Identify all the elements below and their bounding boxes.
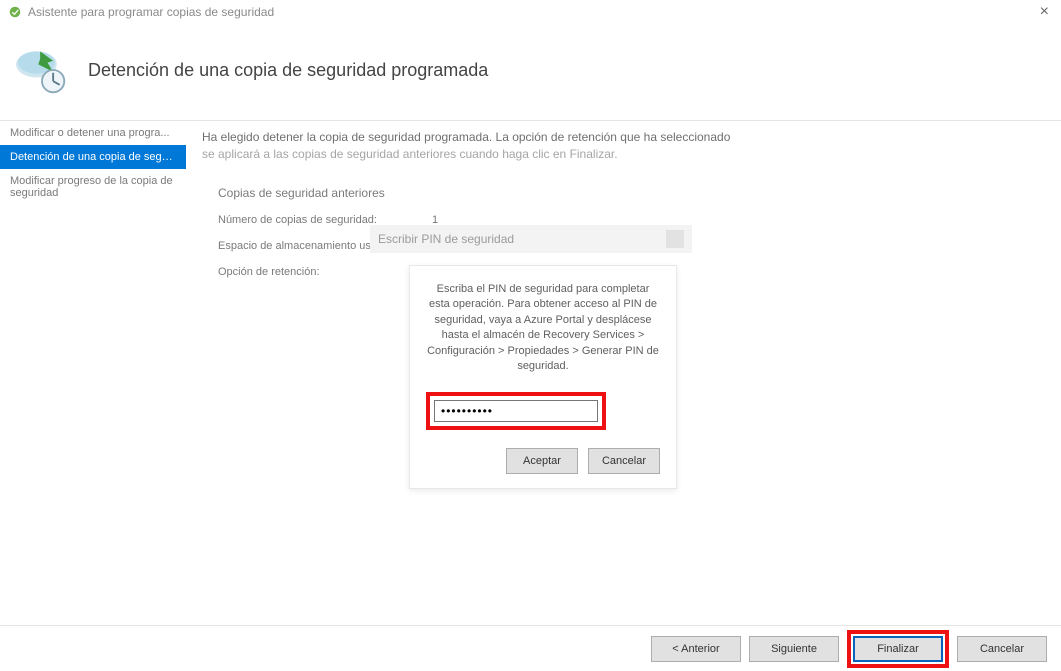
accept-button[interactable]: Aceptar <box>506 448 578 474</box>
intro-text: Ha elegido detener la copia de seguridad… <box>202 129 822 164</box>
retention-option-label: Opción de retención: <box>218 266 418 278</box>
wizard-logo-icon <box>12 44 72 96</box>
previous-button[interactable]: < Anterior <box>651 636 741 662</box>
sidebar-overflow-text: Modificar progreso de la copia de seguri… <box>0 169 186 205</box>
finish-button[interactable]: Finalizar <box>853 636 943 662</box>
next-button[interactable]: Siguiente <box>749 636 839 662</box>
pin-bar-disabled: Escribir PIN de seguridad <box>370 225 692 253</box>
titlebar: Asistente para programar copias de segur… <box>0 0 1061 24</box>
pin-input-highlight <box>426 392 606 430</box>
cancel-button[interactable]: Cancelar <box>588 448 660 474</box>
security-pin-input[interactable] <box>434 400 598 422</box>
intro-line1: Ha elegido detener la copia de seguridad… <box>202 130 730 144</box>
pin-bar-button <box>666 230 684 248</box>
app-icon <box>8 5 22 19</box>
close-icon[interactable]: × <box>1036 3 1053 21</box>
intro-line2: se aplicará a las copias de seguridad an… <box>202 147 618 161</box>
header: Detención de una copia de seguridad prog… <box>0 24 1061 120</box>
sidebar-item-stop-backup[interactable]: Detención de una copia de seguridad <box>0 145 186 169</box>
finish-button-highlight: Finalizar <box>847 630 949 668</box>
page-title: Detención de una copia de seguridad prog… <box>88 60 488 81</box>
group-title: Copias de seguridad anteriores <box>218 186 826 200</box>
wizard-steps-sidebar: Modificar o detener una progra... Detenc… <box>0 121 186 316</box>
backup-count-value: 1 <box>432 214 438 226</box>
window-title: Asistente para programar copias de segur… <box>28 5 274 19</box>
cancel-wizard-button[interactable]: Cancelar <box>957 636 1047 662</box>
backup-count-label: Número de copias de seguridad: <box>218 214 418 226</box>
dialog-message: Escriba el PIN de seguridad para complet… <box>426 282 660 374</box>
pin-placeholder-text: Escribir PIN de seguridad <box>378 232 514 246</box>
sidebar-item-modify[interactable]: Modificar o detener una progra... <box>0 121 186 145</box>
wizard-footer: < Anterior Siguiente Finalizar Cancelar <box>0 625 1061 671</box>
security-pin-dialog: Escriba el PIN de seguridad para complet… <box>409 265 677 489</box>
